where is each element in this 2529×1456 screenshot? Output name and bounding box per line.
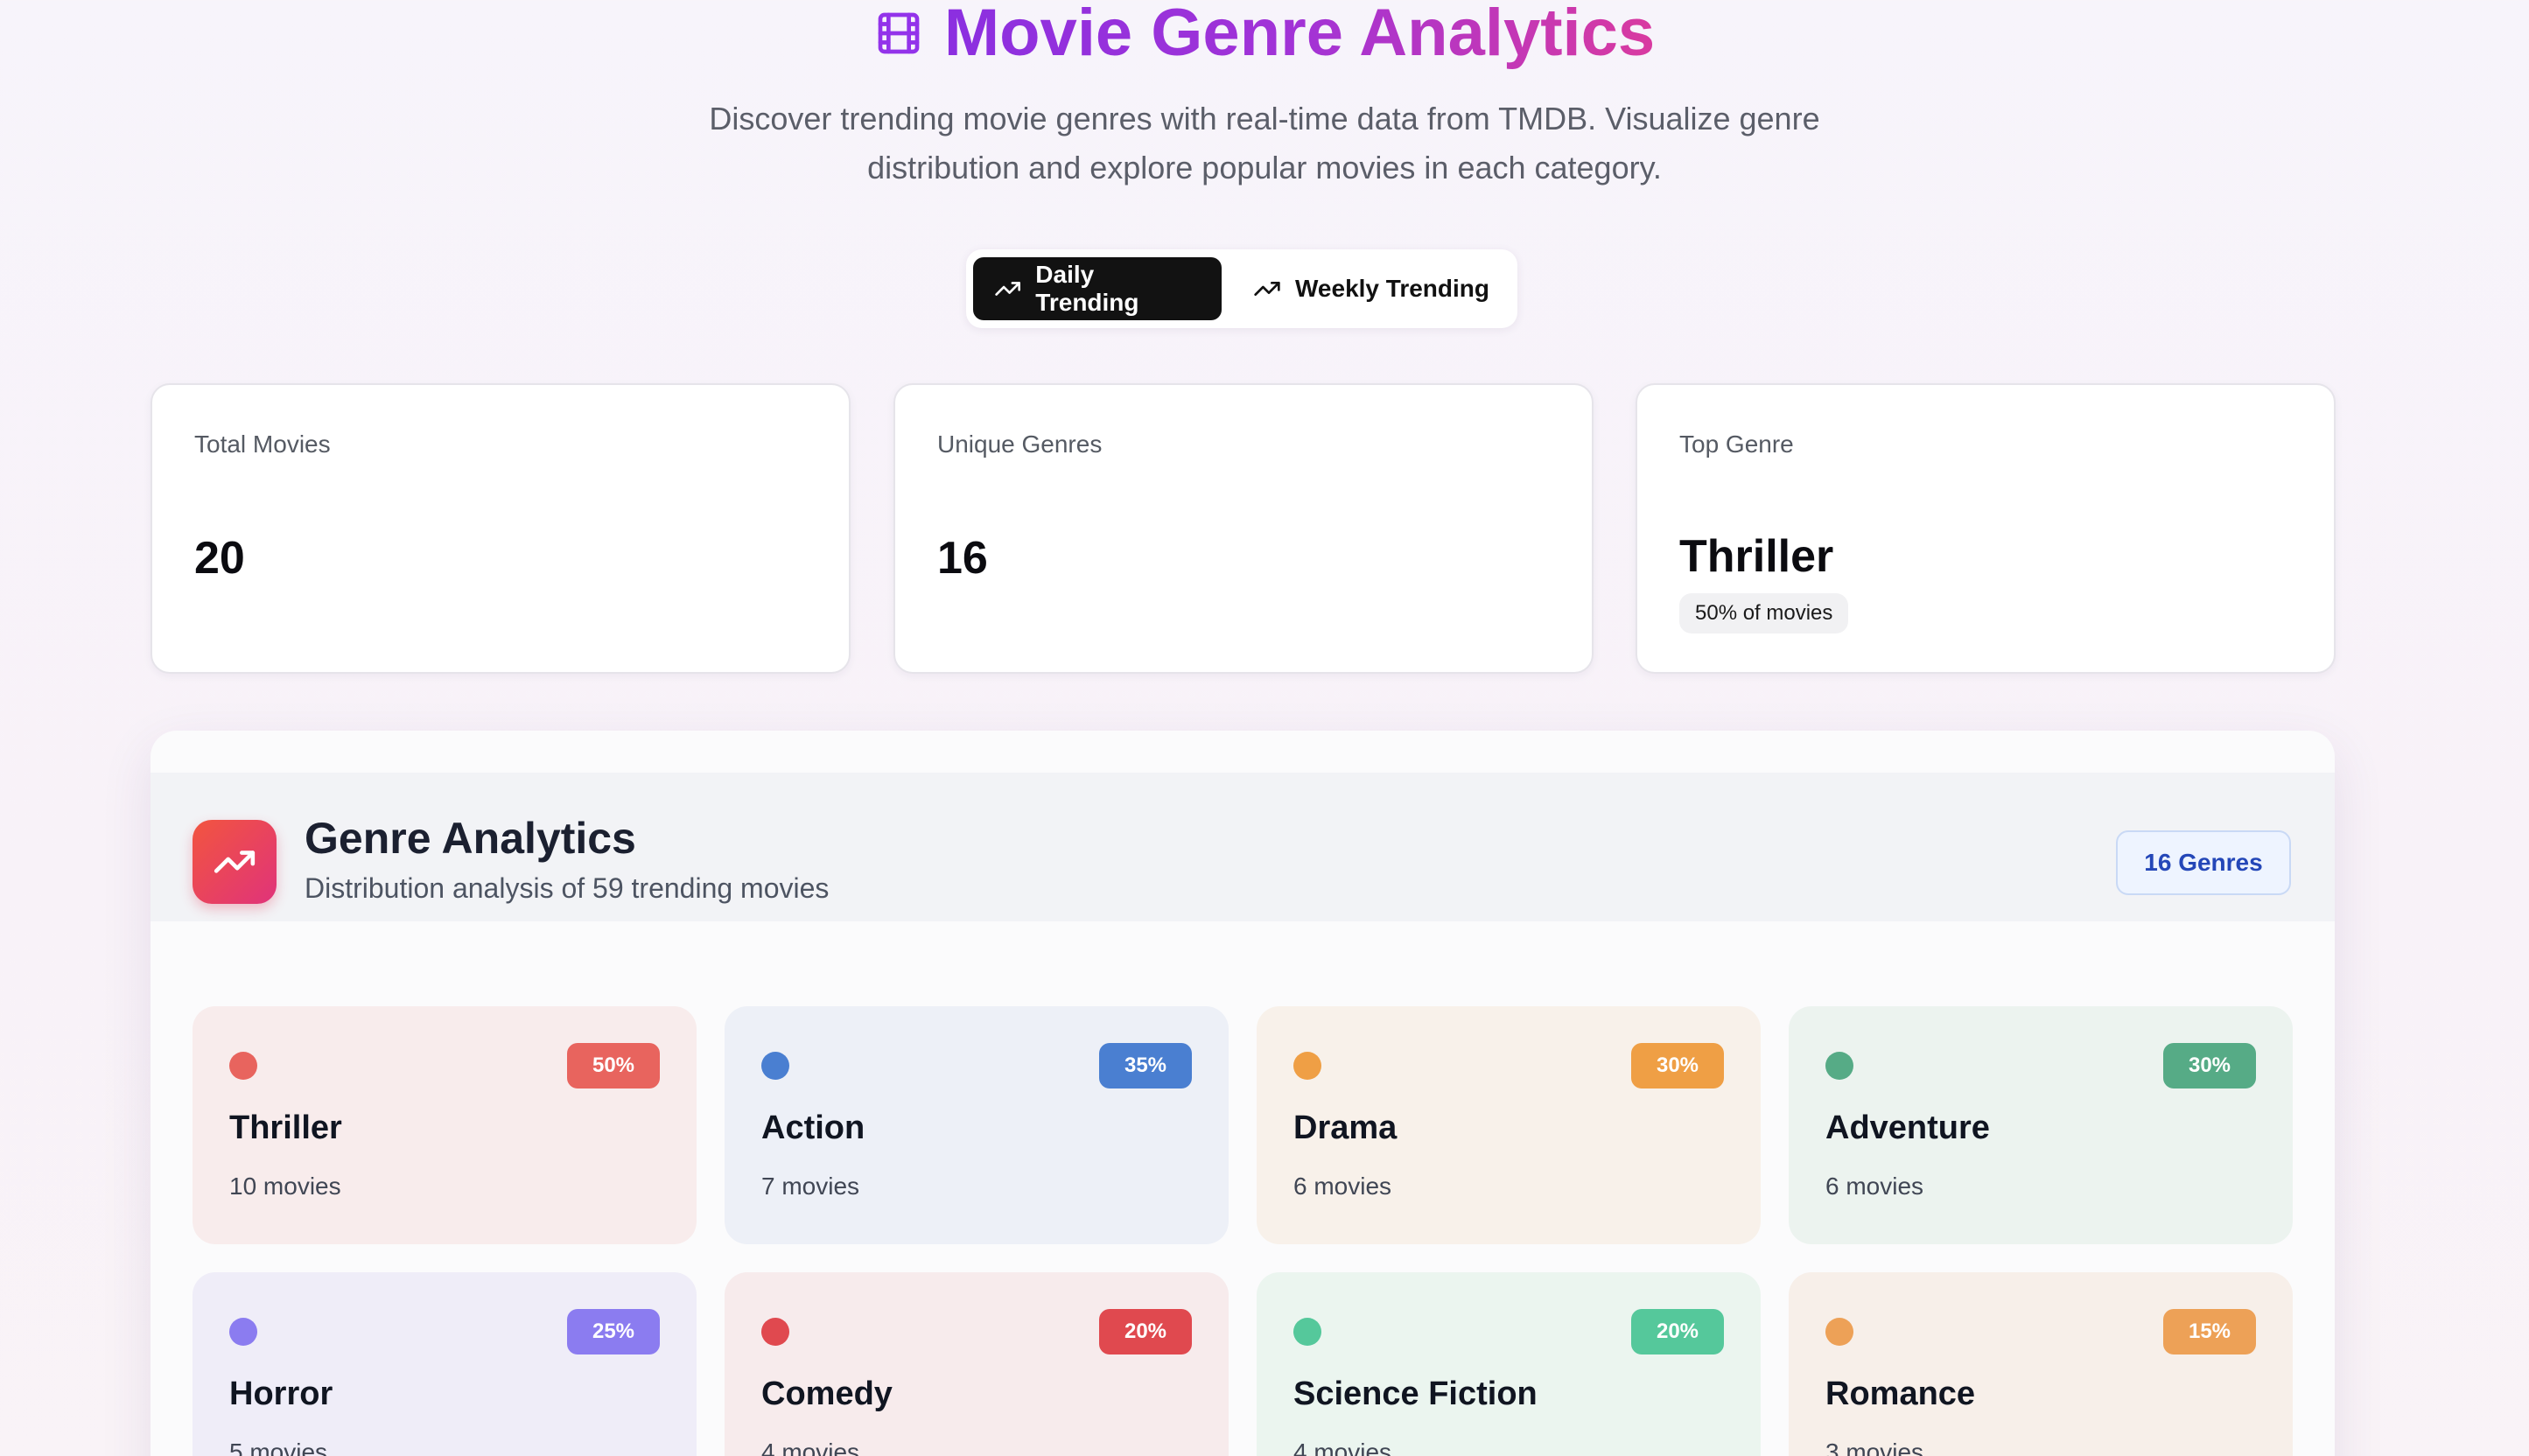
genre-movie-count: 4 movies [761, 1438, 860, 1456]
trending-up-icon [1254, 282, 1280, 296]
stat-label: Unique Genres [937, 430, 1103, 458]
genre-movie-count: 6 movies [1293, 1172, 1392, 1200]
trending-up-icon [214, 850, 256, 873]
genre-card[interactable]: 20% Comedy 4 movies [725, 1272, 1229, 1456]
genre-card[interactable]: 25% Horror 5 movies [193, 1272, 697, 1456]
genre-percentage-badge: 30% [2163, 1043, 2256, 1088]
genre-percentage-badge: 20% [1631, 1309, 1724, 1354]
stat-card-top-genre: Top Genre Thriller 50% of movies [1636, 383, 2336, 674]
genre-percentage-badge: 30% [1631, 1043, 1724, 1088]
genre-card[interactable]: 20% Science Fiction 4 movies [1257, 1272, 1761, 1456]
genre-movie-count: 3 movies [1825, 1438, 1924, 1456]
panel-title: Genre Analytics [305, 814, 636, 863]
stat-value: Thriller [1679, 531, 1834, 582]
panel-subtitle: Distribution analysis of 59 trending mov… [305, 872, 830, 904]
stat-card-total-movies: Total Movies 20 [151, 383, 851, 674]
genre-card[interactable]: 35% Action 7 movies [725, 1006, 1229, 1244]
genre-color-dot [229, 1318, 257, 1346]
panel-icon [193, 820, 277, 904]
subtitle-line-1: Discover trending movie genres with real… [709, 101, 1820, 136]
page-title-text: Movie Genre Analytics [944, 0, 1655, 77]
stat-card-unique-genres: Unique Genres 16 [893, 383, 1594, 674]
genre-card[interactable]: 15% Romance 3 movies [1789, 1272, 2293, 1456]
genre-card[interactable]: 50% Thriller 10 movies [193, 1006, 697, 1244]
genre-name: Comedy [761, 1376, 893, 1412]
genre-color-dot [1293, 1318, 1321, 1346]
genre-movie-count: 4 movies [1293, 1438, 1392, 1456]
trending-toggle: Daily Trending Weekly Trending [966, 249, 1517, 328]
genre-name: Thriller [229, 1110, 342, 1146]
genre-color-dot [761, 1318, 789, 1346]
genre-percentage-badge: 15% [2163, 1309, 2256, 1354]
genre-card[interactable]: 30% Adventure 6 movies [1789, 1006, 2293, 1244]
genre-percentage-badge: 50% [567, 1043, 660, 1088]
genre-color-dot [761, 1052, 789, 1080]
genre-movie-count: 10 movies [229, 1172, 341, 1200]
genre-name: Science Fiction [1293, 1376, 1538, 1412]
weekly-trending-label: Weekly Trending [1295, 275, 1489, 302]
genre-card[interactable]: 30% Drama 6 movies [1257, 1006, 1761, 1244]
genre-name: Action [761, 1110, 865, 1146]
stat-label: Top Genre [1679, 430, 1794, 458]
genre-analytics-panel: Genre Analytics Distribution analysis of… [151, 731, 2335, 1456]
page-title: Movie Genre Analytics [0, 0, 2529, 77]
stat-value: 16 [937, 533, 988, 584]
film-icon [878, 12, 920, 54]
genre-name: Adventure [1825, 1110, 1990, 1146]
page-subtitle: Discover trending movie genres with real… [652, 94, 1877, 192]
daily-trending-button[interactable]: Daily Trending [973, 257, 1222, 320]
genre-name: Drama [1293, 1110, 1398, 1146]
stat-value: 20 [194, 533, 245, 584]
genre-color-dot [229, 1052, 257, 1080]
panel-header: Genre Analytics Distribution analysis of… [151, 773, 2335, 921]
subtitle-line-2: distribution and explore popular movies … [867, 150, 1662, 186]
stat-label: Total Movies [194, 430, 331, 458]
genre-percentage-badge: 35% [1099, 1043, 1192, 1088]
genre-movie-count: 6 movies [1825, 1172, 1924, 1200]
genre-color-dot [1825, 1052, 1853, 1080]
trending-up-icon [995, 282, 1020, 296]
genre-color-dot [1825, 1318, 1853, 1346]
genre-count-badge: 16 Genres [2116, 830, 2291, 895]
genre-movie-count: 5 movies [229, 1438, 328, 1456]
genre-name: Horror [229, 1376, 333, 1412]
genre-movie-count: 7 movies [761, 1172, 860, 1200]
genre-percentage-badge: 25% [567, 1309, 660, 1354]
top-genre-share-badge: 50% of movies [1679, 593, 1849, 634]
genre-color-dot [1293, 1052, 1321, 1080]
genre-name: Romance [1825, 1376, 1976, 1412]
genre-percentage-badge: 20% [1099, 1309, 1192, 1354]
weekly-trending-button[interactable]: Weekly Trending [1232, 257, 1510, 320]
daily-trending-label: Daily Trending [1035, 261, 1139, 316]
